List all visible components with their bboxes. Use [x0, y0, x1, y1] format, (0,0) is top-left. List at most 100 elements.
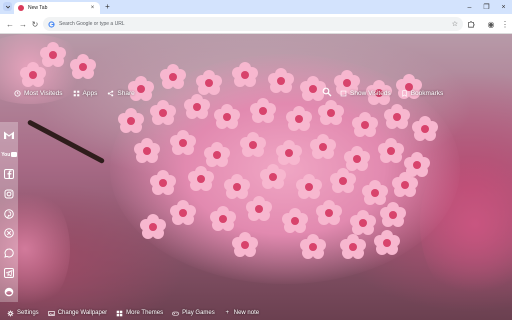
new-tab-button[interactable]: +: [103, 2, 112, 11]
blossom-center: [159, 179, 167, 187]
more-themes-label: More Themes: [126, 310, 164, 316]
blossom-flower: [374, 230, 400, 256]
blossom-flower: [70, 54, 96, 80]
bookmark-star-icon[interactable]: ☆: [452, 20, 458, 28]
x-link[interactable]: [2, 223, 16, 243]
blossom-center: [295, 115, 303, 123]
blossom-center: [241, 241, 249, 249]
blossom-flower: [260, 164, 286, 190]
blossom-flower: [340, 234, 366, 260]
blossom-flower: [268, 68, 294, 94]
blossom-center: [389, 211, 397, 219]
address-input[interactable]: [59, 21, 452, 27]
facebook-link[interactable]: [2, 164, 16, 184]
share-icon: [107, 90, 114, 97]
telegram-link[interactable]: [2, 263, 16, 283]
tab-search-button[interactable]: [3, 2, 12, 11]
blossom-flower: [316, 200, 342, 226]
blossom-center: [277, 77, 285, 85]
blossom-center: [29, 71, 37, 79]
bookmark-icon: [401, 90, 408, 97]
restore-button[interactable]: ❐: [478, 0, 495, 14]
blossom-center: [343, 79, 351, 87]
x-icon: [4, 228, 14, 238]
omnibox[interactable]: ☆: [43, 17, 463, 31]
change-wallpaper-button[interactable]: Change Wallpaper: [48, 310, 107, 317]
blossom-flower: [250, 98, 276, 124]
minimize-button[interactable]: –: [461, 0, 478, 14]
facebook-icon: [4, 169, 14, 180]
pinterest-link[interactable]: [2, 204, 16, 224]
back-button[interactable]: ←: [5, 19, 15, 29]
blossom-center: [339, 177, 347, 185]
play-games-label: Play Games: [182, 310, 215, 316]
blossom-center: [233, 183, 241, 191]
reload-button[interactable]: ↻: [30, 19, 40, 29]
page-search-button[interactable]: [322, 87, 332, 97]
tab-close-icon[interactable]: ×: [89, 5, 96, 11]
tab-title: New Tab: [28, 5, 48, 11]
blossom-center: [309, 85, 317, 93]
blossom-flower: [150, 100, 176, 126]
window-controls: – ❐ ×: [461, 0, 512, 14]
more-themes-button[interactable]: More Themes: [116, 310, 163, 317]
extensions-button[interactable]: [464, 17, 478, 31]
blossom-center: [143, 147, 151, 155]
bookmarks-link[interactable]: Bookmarks: [401, 90, 443, 97]
blossom-flower: [378, 138, 404, 164]
settings-button[interactable]: Settings: [7, 310, 39, 317]
blossom-flower: [184, 94, 210, 120]
change-wallpaper-label: Change Wallpaper: [57, 310, 108, 316]
show-visited-link[interactable]: Show Visiteds: [340, 90, 391, 97]
instagram-link[interactable]: [2, 184, 16, 204]
blossom-center: [49, 51, 57, 59]
blossom-center: [285, 149, 293, 157]
forward-button[interactable]: →: [18, 19, 28, 29]
blossom-flower: [232, 62, 258, 88]
social-sidebar: You: [0, 122, 18, 302]
new-note-button[interactable]: + New note: [224, 310, 260, 317]
blossom-center: [353, 155, 361, 163]
blossom-flower: [196, 70, 222, 96]
share-link[interactable]: Share: [107, 90, 135, 97]
blossom-center: [269, 173, 277, 181]
blossom-center: [383, 239, 391, 247]
profile-button[interactable]: ◉: [484, 17, 498, 31]
show-visited-label: Show Visiteds: [350, 90, 391, 97]
blossom-center: [193, 103, 201, 111]
gmail-link[interactable]: [2, 125, 16, 145]
browser-toolbar: ← → ↻ ☆ ◉ ⋮: [0, 14, 512, 34]
youtube-link[interactable]: You: [1, 145, 17, 165]
apps-link[interactable]: Apps: [73, 90, 97, 97]
play-games-button[interactable]: Play Games: [172, 310, 215, 317]
blossom-center: [421, 125, 429, 133]
blossom-center: [241, 71, 249, 79]
blossom-flower: [310, 134, 336, 160]
top-right-links: Show Visiteds Bookmarks: [340, 90, 443, 97]
blossom-center: [149, 223, 157, 231]
reddit-icon: [4, 287, 14, 297]
most-visited-link[interactable]: Most Visiteds: [14, 90, 63, 97]
telegram-icon: [4, 267, 14, 278]
blossom-flower: [350, 210, 376, 236]
blossom-flower: [318, 100, 344, 126]
blossom-center: [359, 219, 367, 227]
google-icon: [48, 20, 55, 28]
blossom-flower: [380, 202, 406, 228]
pinterest-icon: [4, 208, 14, 219]
reddit-link[interactable]: [2, 282, 16, 302]
close-window-button[interactable]: ×: [495, 0, 512, 14]
blossom-flower: [286, 106, 312, 132]
whatsapp-link[interactable]: [2, 243, 16, 263]
blossom-center: [259, 107, 267, 115]
tab-new-tab[interactable]: New Tab ×: [14, 2, 100, 14]
blossom-center: [319, 143, 327, 151]
blossom-center: [79, 63, 87, 71]
whatsapp-icon: [4, 248, 14, 258]
settings-label: Settings: [17, 310, 39, 316]
blossom-flower: [412, 116, 438, 142]
menu-button[interactable]: ⋮: [498, 17, 512, 31]
blossom-center: [371, 189, 379, 197]
most-visited-label: Most Visiteds: [24, 90, 63, 97]
new-tab-page: Most Visiteds Apps Share Show Visiteds B…: [0, 34, 512, 320]
